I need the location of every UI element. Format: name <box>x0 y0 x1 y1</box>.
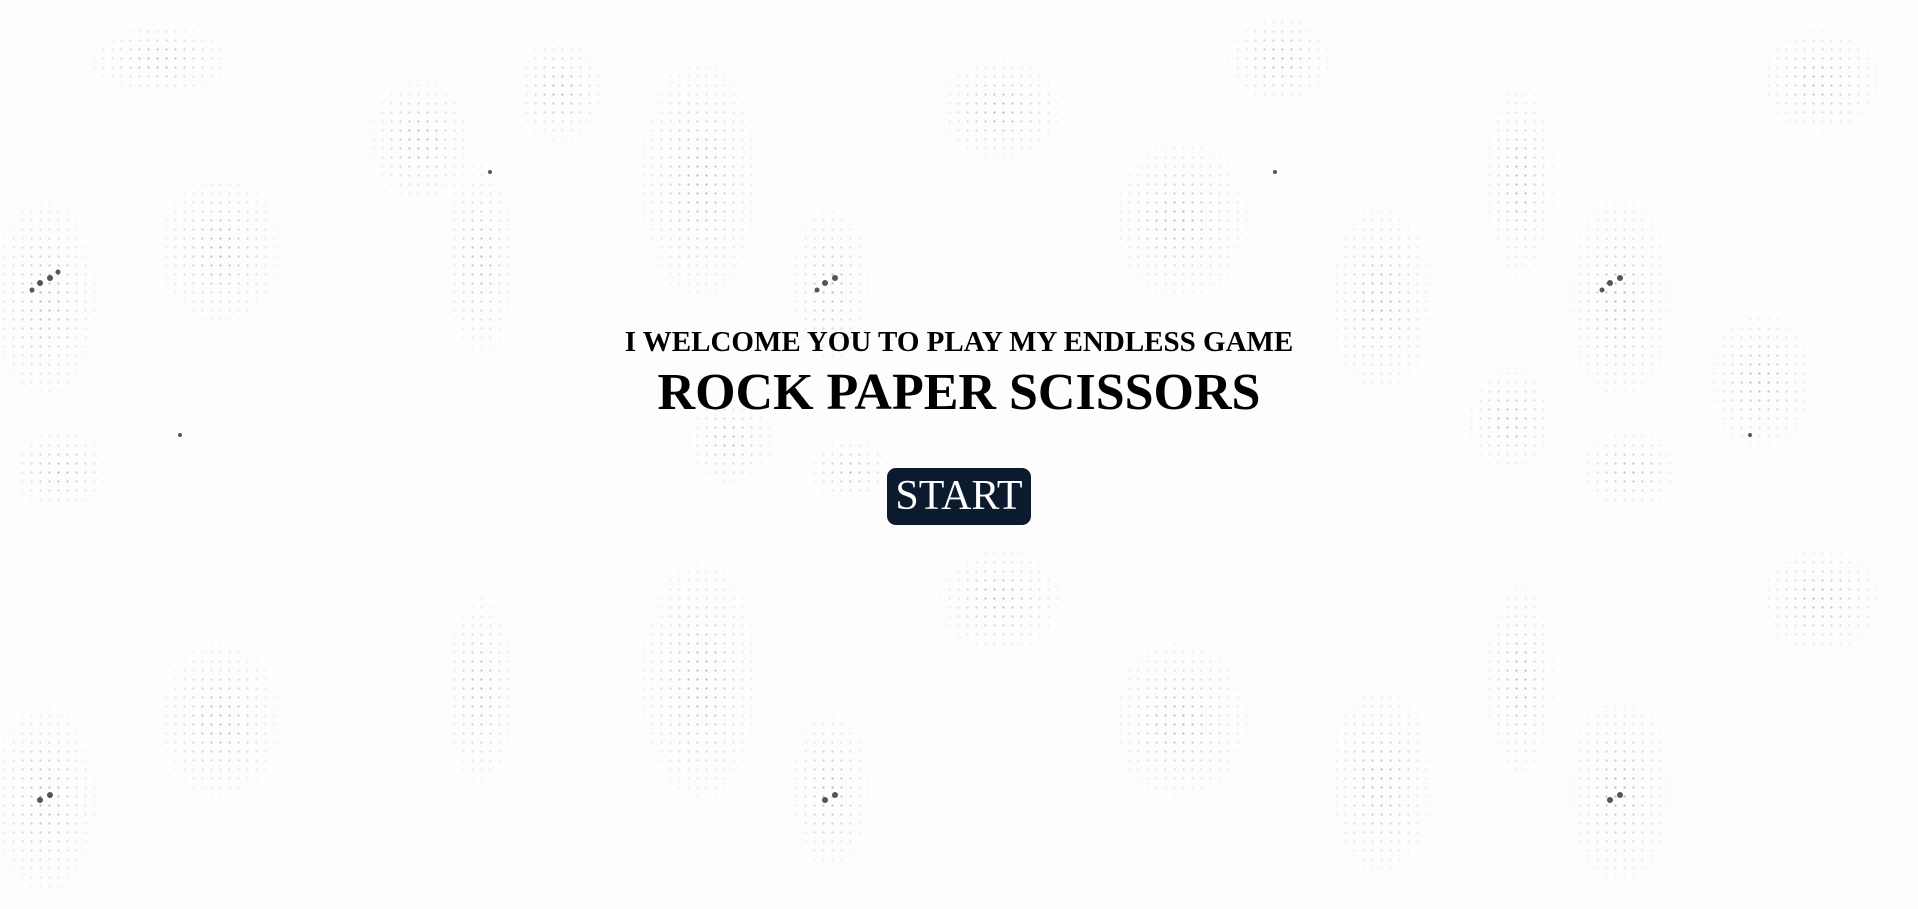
welcome-message: I WELCOME YOU TO PLAY MY ENDLESS GAME <box>624 326 1294 358</box>
game-title: ROCK PAPER SCISSORS <box>657 364 1261 421</box>
start-button[interactable]: START <box>887 468 1031 525</box>
welcome-panel: I WELCOME YOU TO PLAY MY ENDLESS GAME RO… <box>0 322 1918 525</box>
start-screen: I WELCOME YOU TO PLAY MY ENDLESS GAME RO… <box>0 0 1918 909</box>
